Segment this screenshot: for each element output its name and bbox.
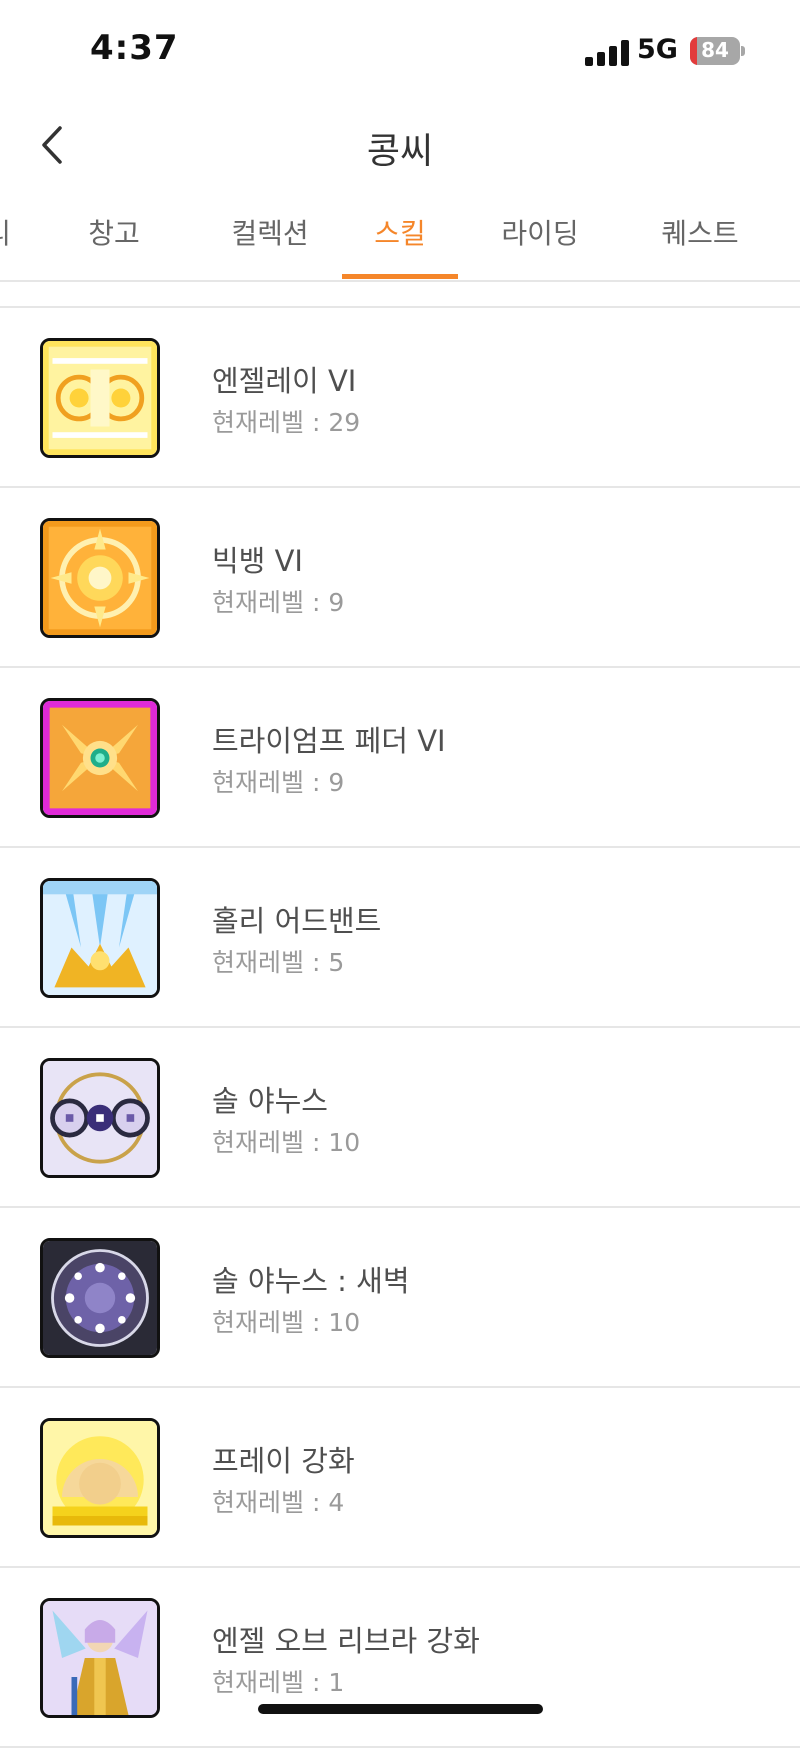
list-item[interactable]: 빅뱅 VI 현재레벨 : 9 bbox=[0, 488, 800, 668]
nav-header: 콩씨 bbox=[0, 100, 800, 190]
skill-name: 홀리 어드밴트 bbox=[212, 904, 382, 938]
skill-level: 현재레벨 : 5 bbox=[212, 943, 344, 979]
tab-partial[interactable]: 리 bbox=[0, 190, 18, 280]
skill-name: 솔 야누스 bbox=[212, 1084, 328, 1118]
level-value: 9 bbox=[328, 768, 345, 797]
level-value: 10 bbox=[328, 1128, 361, 1157]
home-indicator[interactable] bbox=[258, 1704, 543, 1714]
battery-level: 84 bbox=[701, 38, 729, 62]
skill-name: 프레이 강화 bbox=[212, 1444, 355, 1478]
level-value: 5 bbox=[328, 948, 345, 977]
big-bang-icon bbox=[40, 518, 160, 638]
list-item[interactable]: 홀리 어드밴트 현재레벨 : 5 bbox=[0, 848, 800, 1028]
holy-advent-icon bbox=[40, 878, 160, 998]
level-value: 4 bbox=[328, 1488, 345, 1517]
skill-list: 엔젤레이 VI 현재레벨 : 29 빅뱅 VI 현재레벨 : 9 트라이엄프 페… bbox=[0, 306, 800, 1748]
tab-collection[interactable]: 컬렉션 bbox=[205, 190, 335, 280]
skill-name: 엔젤레이 VI bbox=[212, 364, 357, 398]
list-item[interactable]: 엔젤 오브 리브라 강화 현재레벨 : 1 bbox=[0, 1568, 800, 1748]
list-item[interactable]: 프레이 강화 현재레벨 : 4 bbox=[0, 1388, 800, 1568]
level-label: 현재레벨 : bbox=[212, 948, 329, 977]
pray-enhance-icon bbox=[40, 1418, 160, 1538]
level-value: 10 bbox=[328, 1308, 361, 1337]
skill-name: 솔 야누스 : 새벽 bbox=[212, 1264, 410, 1298]
tab-riding[interactable]: 라이딩 bbox=[480, 190, 600, 280]
list-item[interactable]: 솔 야누스 현재레벨 : 10 bbox=[0, 1028, 800, 1208]
sol-janus-icon bbox=[40, 1058, 160, 1178]
level-label: 현재레벨 : bbox=[212, 1128, 329, 1157]
skill-level: 현재레벨 : 9 bbox=[212, 583, 344, 619]
active-tab-indicator bbox=[342, 274, 458, 279]
skill-name: 빅뱅 VI bbox=[212, 544, 303, 578]
skill-level: 현재레벨 : 10 bbox=[212, 1303, 360, 1339]
status-time: 4:37 bbox=[90, 28, 179, 68]
tab-quest[interactable]: 퀘스트 bbox=[640, 190, 760, 280]
level-value: 29 bbox=[328, 408, 361, 437]
level-label: 현재레벨 : bbox=[212, 1668, 329, 1697]
list-item[interactable]: 엔젤레이 VI 현재레벨 : 29 bbox=[0, 308, 800, 488]
status-bar: 4:37 5G 84 bbox=[0, 0, 800, 100]
network-type: 5G bbox=[637, 34, 678, 65]
cellular-signal-icon bbox=[585, 40, 629, 66]
skill-level: 현재레벨 : 29 bbox=[212, 403, 360, 439]
angel-of-libra-icon bbox=[40, 1598, 160, 1718]
level-label: 현재레벨 : bbox=[212, 408, 329, 437]
list-item[interactable]: 솔 야누스 : 새벽 현재레벨 : 10 bbox=[0, 1208, 800, 1388]
level-label: 현재레벨 : bbox=[212, 768, 329, 797]
level-value: 9 bbox=[328, 588, 345, 617]
tab-storage[interactable]: 창고 bbox=[70, 190, 158, 280]
sol-janus-dawn-icon bbox=[40, 1238, 160, 1358]
level-label: 현재레벨 : bbox=[212, 1488, 329, 1517]
skill-level: 현재레벨 : 10 bbox=[212, 1123, 360, 1159]
angel-ray-icon bbox=[40, 338, 160, 458]
skill-level: 현재레벨 : 4 bbox=[212, 1483, 344, 1519]
skill-name: 엔젤 오브 리브라 강화 bbox=[212, 1624, 480, 1658]
skill-level: 현재레벨 : 1 bbox=[212, 1663, 344, 1699]
level-value: 1 bbox=[328, 1668, 345, 1697]
battery-icon: 84 bbox=[690, 37, 745, 65]
tab-skill[interactable]: 스킬 bbox=[342, 190, 458, 280]
level-label: 현재레벨 : bbox=[212, 1308, 329, 1337]
level-label: 현재레벨 : bbox=[212, 588, 329, 617]
triumph-feather-icon bbox=[40, 698, 160, 818]
skill-level: 현재레벨 : 9 bbox=[212, 763, 344, 799]
list-item[interactable]: 트라이엄프 페더 VI 현재레벨 : 9 bbox=[0, 668, 800, 848]
skill-name: 트라이엄프 페더 VI bbox=[212, 724, 446, 758]
category-tabs: 리 창고 컬렉션 스킬 라이딩 퀘스트 bbox=[0, 190, 800, 282]
page-title: 콩씨 bbox=[366, 131, 434, 172]
